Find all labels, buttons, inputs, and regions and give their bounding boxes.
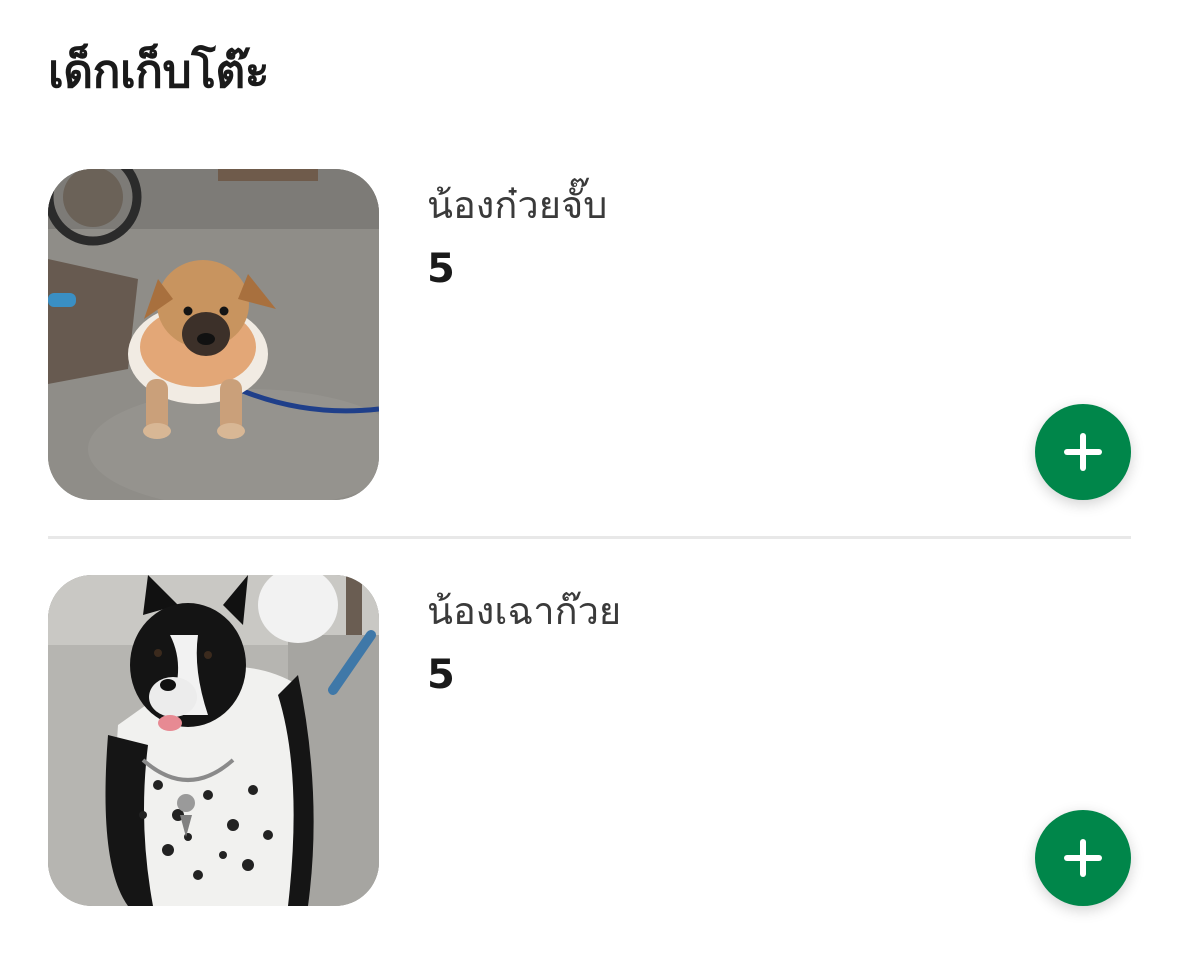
item-price: 5 xyxy=(427,246,455,292)
plus-icon xyxy=(1035,404,1131,500)
puppy-photo xyxy=(48,169,379,500)
item-price: 5 xyxy=(427,652,455,698)
add-to-cart-button[interactable] xyxy=(1035,810,1131,906)
dog-photo xyxy=(48,575,379,906)
item-name: น้องก๋วยจั๊บ xyxy=(427,183,608,227)
section-title: เด็กเก็บโต๊ะ xyxy=(48,44,270,98)
plus-icon xyxy=(1035,810,1131,906)
item-photo[interactable] xyxy=(48,169,379,500)
menu-item[interactable]: น้องก๋วยจั๊บ 5 xyxy=(0,169,1179,501)
menu-section: เด็กเก็บโต๊ะ น้องก๋วยจั๊บ 5 น้องเฉาก๊วย … xyxy=(0,0,1179,958)
item-divider xyxy=(48,536,1131,539)
add-to-cart-button[interactable] xyxy=(1035,404,1131,500)
item-name: น้องเฉาก๊วย xyxy=(427,589,622,633)
menu-item[interactable]: น้องเฉาก๊วย 5 xyxy=(0,575,1179,907)
item-photo[interactable] xyxy=(48,575,379,906)
